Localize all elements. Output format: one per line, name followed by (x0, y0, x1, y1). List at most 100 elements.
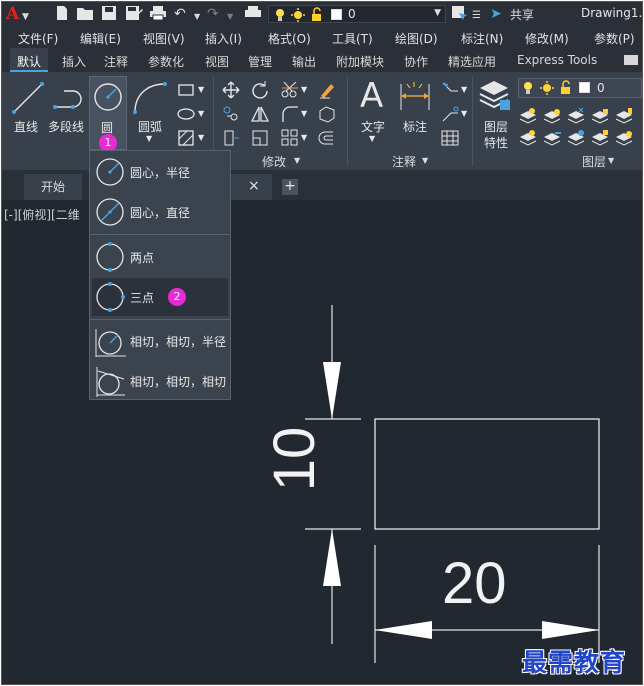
circle-tan-tan-radius-option[interactable]: 相切，相切，半径 (92, 322, 228, 360)
layer-quick-select[interactable]: 0 ▼ (268, 5, 446, 23)
layer-tool-2-icon[interactable] (542, 106, 562, 126)
new-tab-icon[interactable]: + (282, 179, 298, 195)
move-icon[interactable] (221, 80, 241, 100)
rectangle-dropdown-icon[interactable]: ▼ (198, 85, 204, 94)
layer-tool-1-icon[interactable] (518, 106, 538, 126)
trim-dropdown-icon[interactable]: ▼ (301, 85, 307, 94)
array-icon[interactable] (280, 128, 300, 148)
open-file-icon[interactable] (76, 5, 94, 23)
fillet-icon[interactable] (280, 104, 300, 124)
app-menu-arrow-icon[interactable]: ▼ (22, 8, 29, 26)
line-button[interactable]: 直线 (8, 76, 46, 136)
circle-center-diameter-option[interactable]: 圆心，直径 (92, 193, 228, 231)
layer-tool-8-icon[interactable] (566, 128, 586, 148)
copy-icon[interactable] (221, 104, 241, 124)
arc-dropdown-icon[interactable]: ▼ (146, 134, 152, 143)
tab-manage[interactable]: 管理 (248, 53, 272, 70)
leader-icon[interactable] (440, 80, 460, 100)
tab-featured-apps[interactable]: 精选应用 (448, 53, 496, 70)
layers-panel-title[interactable]: 图层 (582, 153, 606, 170)
tab-insert[interactable]: 插入 (62, 53, 86, 70)
workspace-icon[interactable] (451, 5, 469, 23)
ellipse-icon[interactable] (176, 104, 196, 124)
customize-qat-icon[interactable]: ☰ (472, 7, 481, 25)
menu-tools[interactable]: 工具(T) (332, 30, 373, 47)
menu-insert[interactable]: 插入(I) (205, 30, 242, 47)
hatch-icon[interactable] (176, 128, 196, 148)
annotation-panel-title[interactable]: 注释 (392, 153, 416, 170)
trim-icon[interactable] (280, 80, 300, 100)
layer-dropdown-icon[interactable]: ▼ (434, 8, 441, 18)
fillet-dropdown-icon[interactable]: ▼ (301, 109, 307, 118)
redo-icon[interactable]: ↷ (207, 5, 219, 23)
new-file-icon[interactable] (54, 5, 70, 23)
layer-properties-button[interactable]: 图层 特性 (476, 76, 516, 150)
rectangle-icon[interactable] (176, 80, 196, 100)
menu-file[interactable]: 文件(F) (18, 30, 58, 47)
modify-panel-title[interactable]: 修改 (262, 153, 286, 170)
circle-center-radius-option[interactable]: 圆心，半径 (92, 153, 228, 191)
text-dropdown-icon[interactable]: ▼ (369, 134, 375, 143)
share-label[interactable]: 共享 (510, 6, 534, 23)
layer-tool-7-icon[interactable] (542, 128, 562, 148)
menu-view[interactable]: 视图(V) (143, 30, 185, 47)
layer-tool-4-icon[interactable] (590, 106, 610, 126)
ribbon-collapse-icon[interactable] (624, 55, 638, 65)
array-dropdown-icon[interactable]: ▼ (301, 133, 307, 142)
layer-tool-10-icon[interactable] (614, 128, 634, 148)
undo-icon[interactable]: ↶ (174, 5, 186, 23)
tab-output[interactable]: 输出 (292, 53, 316, 70)
tab-addins[interactable]: 附加模块 (336, 53, 384, 70)
multileader-dropdown-icon[interactable]: ▼ (461, 109, 467, 118)
annotation-panel-expand-icon[interactable]: ▼ (422, 156, 428, 165)
tab-default[interactable]: 默认 (10, 48, 49, 72)
tab-express-tools[interactable]: Express Tools (517, 53, 597, 67)
layer-tool-5-icon[interactable] (614, 106, 634, 126)
share-icon[interactable]: ➤ (490, 5, 502, 23)
print-icon[interactable] (149, 5, 167, 23)
app-logo-icon[interactable]: A (6, 5, 19, 23)
arc-button[interactable]: 圆弧 ▼ (132, 76, 170, 150)
dimension-button[interactable]: 标注 (398, 76, 434, 136)
circle-three-point-option[interactable]: 三点 2 (92, 278, 228, 316)
circle-tan-tan-tan-option[interactable]: 相切，相切，相切 (92, 362, 228, 400)
mirror-icon[interactable] (250, 104, 270, 124)
layers-panel-expand-icon[interactable]: ▼ (608, 156, 614, 165)
menu-parametric[interactable]: 参数(P) (594, 30, 635, 47)
start-tab[interactable]: 开始 (24, 174, 82, 200)
menu-format[interactable]: 格式(O) (268, 30, 311, 47)
hatch-dropdown-icon[interactable]: ▼ (198, 133, 204, 142)
ellipse-dropdown-icon[interactable]: ▼ (198, 109, 204, 118)
multileader-icon[interactable] (440, 104, 460, 124)
table-icon[interactable] (440, 128, 460, 148)
tab-collaborate[interactable]: 协作 (404, 53, 428, 70)
redo-dropdown-icon[interactable]: ▼ (227, 8, 233, 26)
rotate-icon[interactable] (250, 80, 270, 100)
close-tab-icon[interactable]: × (248, 178, 260, 194)
erase-icon[interactable] (317, 80, 337, 100)
plot-icon[interactable] (244, 5, 262, 23)
leader-dropdown-icon[interactable]: ▼ (461, 85, 467, 94)
tab-annotate[interactable]: 注释 (104, 53, 128, 70)
polyline-button[interactable]: 多段线 (46, 76, 90, 136)
save-icon[interactable] (101, 5, 117, 23)
layer-tool-3-icon[interactable] (566, 106, 586, 126)
menu-edit[interactable]: 编辑(E) (80, 30, 121, 47)
undo-dropdown-icon[interactable]: ▼ (194, 8, 200, 26)
scale-icon[interactable] (250, 128, 270, 148)
layer-tool-9-icon[interactable] (590, 128, 610, 148)
modify-panel-expand-icon[interactable]: ▼ (294, 156, 300, 165)
tab-view[interactable]: 视图 (205, 53, 229, 70)
menu-dimension[interactable]: 标注(N) (461, 30, 503, 47)
text-button[interactable]: A 文字 ▼ (356, 76, 392, 150)
tab-parametric[interactable]: 参数化 (148, 53, 184, 70)
menu-draw[interactable]: 绘图(D) (395, 30, 438, 47)
offset-icon[interactable] (317, 128, 337, 148)
stretch-icon[interactable] (221, 128, 241, 148)
menu-modify[interactable]: 修改(M) (525, 30, 569, 47)
layer-tool-6-icon[interactable] (518, 128, 538, 148)
save-as-icon[interactable] (125, 5, 143, 23)
explode-icon[interactable] (317, 104, 337, 124)
ribbon-layer-dropdown[interactable]: 0 (518, 78, 642, 98)
circle-two-point-option[interactable]: 两点 (92, 238, 228, 276)
